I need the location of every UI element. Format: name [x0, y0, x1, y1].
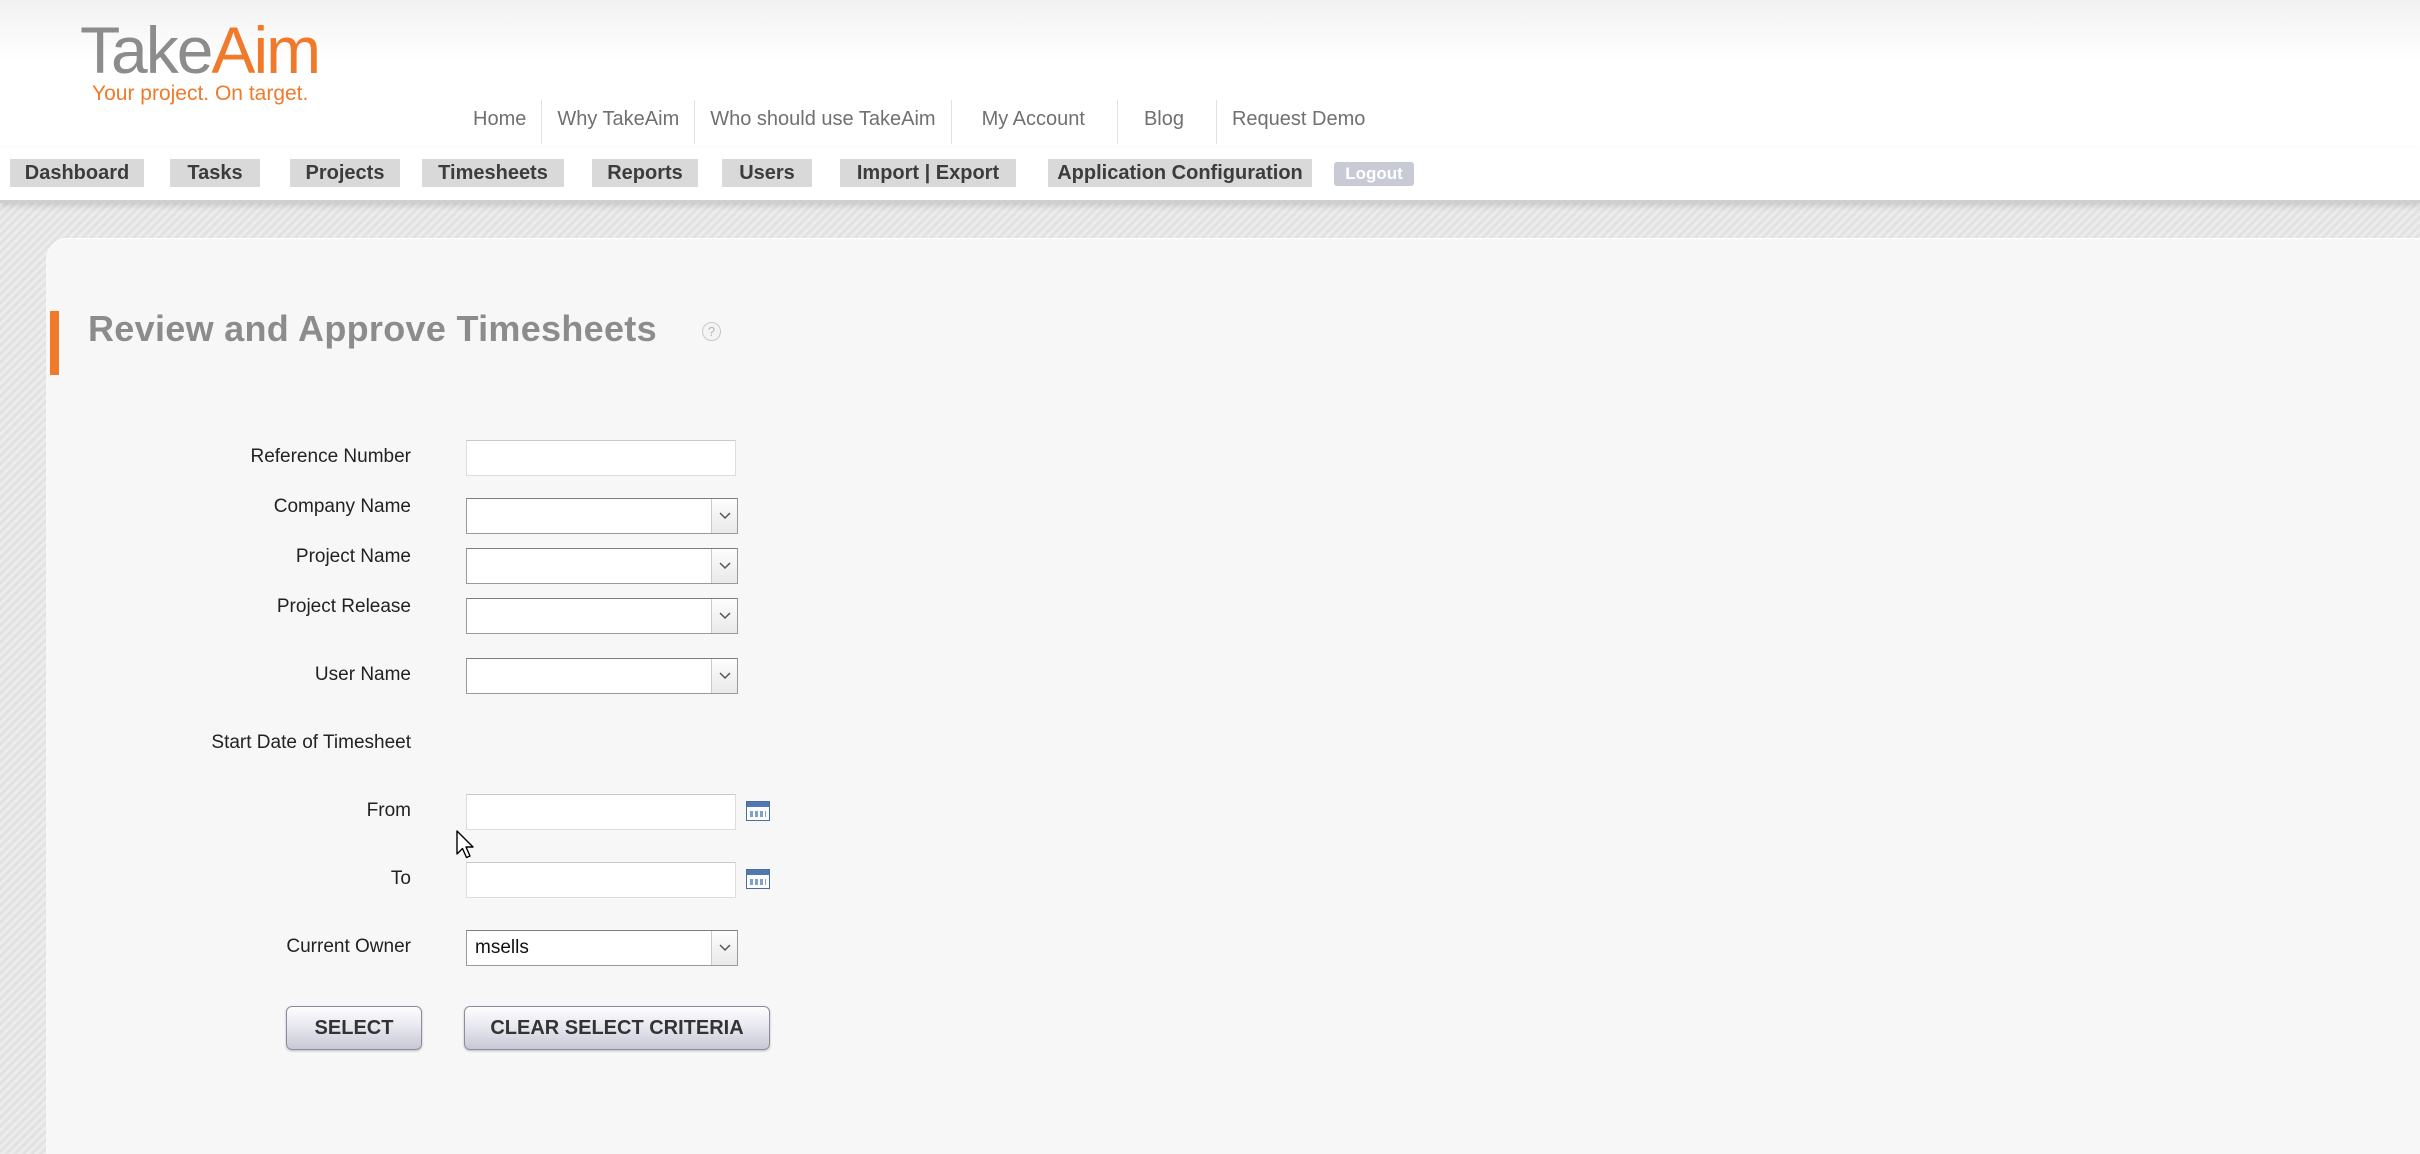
menu-application-configuration[interactable]: Application Configuration — [1048, 159, 1312, 187]
logo-wordmark: TakeAim — [80, 13, 321, 87]
menu-reports[interactable]: Reports — [592, 159, 698, 187]
top-nav-why-takeaim[interactable]: Why TakeAim — [542, 100, 696, 144]
menu-tasks[interactable]: Tasks — [170, 159, 260, 187]
reference-number-input[interactable] — [466, 440, 736, 476]
user-name-select[interactable] — [466, 658, 738, 694]
from-date-input[interactable] — [466, 794, 736, 830]
menu-projects[interactable]: Projects — [290, 159, 400, 187]
start-date-heading: Start Date of Timesheet — [211, 732, 411, 753]
page-title: Review and Approve Timesheets — [88, 308, 657, 349]
project-name-label: Project Name — [295, 546, 411, 567]
top-nav-home[interactable]: Home — [458, 100, 543, 144]
title-accent-bar — [50, 311, 59, 375]
project-name-select[interactable] — [466, 548, 738, 584]
app-menu-bar: Dashboard Tasks Projects Timesheets Repo… — [0, 148, 2420, 203]
project-release-label: Project Release — [276, 596, 411, 617]
top-nav-my-account[interactable]: My Account — [952, 100, 1118, 144]
reference-number-label: Reference Number — [250, 446, 411, 467]
menu-timesheets[interactable]: Timesheets — [422, 159, 564, 187]
site-header: TakeAim Your project. On target. Home Wh… — [0, 0, 2420, 148]
top-nav-request-demo[interactable]: Request Demo — [1217, 100, 1380, 144]
to-date-label: To — [390, 868, 411, 889]
top-nav-who-should-use[interactable]: Who should use TakeAim — [695, 100, 952, 144]
chevron-down-icon — [711, 659, 737, 693]
help-icon[interactable]: ? — [702, 322, 721, 341]
current-owner-label: Current Owner — [286, 936, 411, 957]
logo-aim-text: Aim — [211, 13, 321, 87]
company-name-select[interactable] — [466, 498, 738, 534]
mouse-cursor-icon — [456, 830, 474, 859]
chevron-down-icon — [711, 599, 737, 633]
chevron-down-icon — [711, 931, 737, 965]
logout-button[interactable]: Logout — [1334, 162, 1414, 186]
to-date-input[interactable] — [466, 862, 736, 898]
menu-import-export[interactable]: Import | Export — [840, 159, 1016, 187]
logo-tagline: Your project. On target. — [92, 82, 309, 105]
project-release-select[interactable] — [466, 598, 738, 634]
chevron-down-icon — [711, 549, 737, 583]
calendar-icon[interactable] — [746, 801, 770, 821]
logo-take-text: Take — [80, 13, 213, 87]
current-owner-select[interactable]: msells — [466, 930, 738, 966]
clear-select-criteria-button[interactable]: CLEAR SELECT CRITERIA — [464, 1006, 770, 1050]
menu-dashboard[interactable]: Dashboard — [10, 159, 144, 187]
menu-users[interactable]: Users — [722, 159, 812, 187]
top-nav: Home Why TakeAim Who should use TakeAim … — [458, 100, 1380, 144]
from-date-label: From — [366, 800, 411, 821]
takeaim-logo[interactable]: TakeAim Your project. On target. — [80, 13, 321, 106]
chevron-down-icon — [711, 499, 737, 533]
company-name-label: Company Name — [273, 496, 411, 517]
calendar-icon[interactable] — [746, 869, 770, 889]
current-owner-value: msells — [475, 937, 529, 958]
top-nav-blog[interactable]: Blog — [1118, 100, 1217, 144]
user-name-label: User Name — [314, 664, 411, 685]
select-button[interactable]: SELECT — [286, 1006, 422, 1050]
